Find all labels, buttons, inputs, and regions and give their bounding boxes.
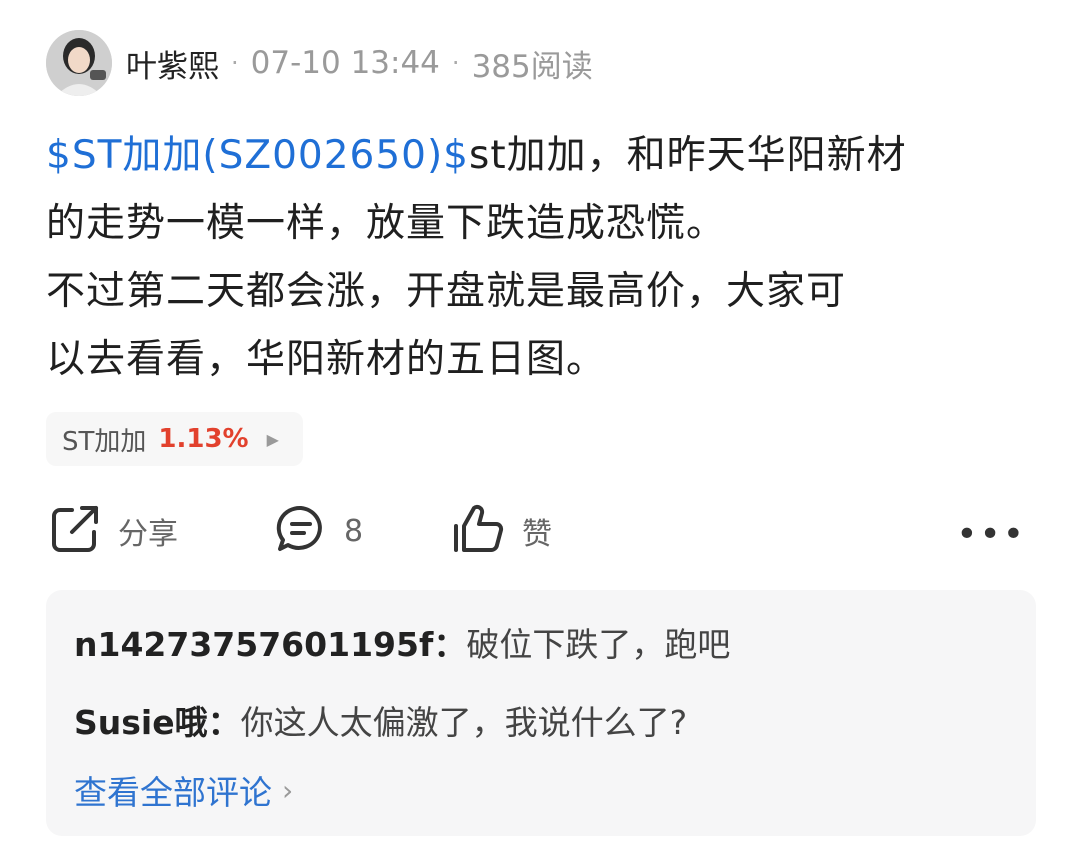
comment-icon xyxy=(276,504,326,558)
more-icon[interactable]: ••• xyxy=(956,514,1026,555)
post-line: 不过第二天都会涨，开盘就是最高价，大家可 xyxy=(46,269,847,314)
comment-separator: ： xyxy=(207,703,241,742)
post-content[interactable]: $ST加加(SZ002650)$st加加，和昨天华阳新材 的走势一模一样，放量下… xyxy=(46,122,1046,394)
like-label: 赞 xyxy=(522,517,552,552)
share-label: 分享 xyxy=(118,517,178,552)
comment-button[interactable]: 8 xyxy=(276,500,363,562)
post-text: st加加，和昨天华阳新材 xyxy=(469,133,907,178)
post-line: 以去看看，华阳新材的五日图。 xyxy=(46,337,607,382)
post-time: 07-10 13:44 xyxy=(250,45,440,81)
comment-user[interactable]: n14273757601195f xyxy=(74,625,433,664)
like-button[interactable]: 赞 xyxy=(452,500,552,562)
author-name[interactable]: 叶紫熙 xyxy=(126,41,219,86)
comment-user[interactable]: Susie哦 xyxy=(74,703,208,742)
post-line: 的走势一模一样，放量下跌造成恐慌。 xyxy=(46,201,727,246)
like-icon xyxy=(452,504,504,558)
share-icon xyxy=(50,504,100,558)
view-all-label: 查看全部评论 xyxy=(74,773,272,812)
post-line: $ST加加(SZ002650)$st加加，和昨天华阳新材 xyxy=(46,122,1046,190)
play-arrow-icon: ▶ xyxy=(266,429,279,449)
stock-quote-tag[interactable]: ST加加 1.13% ▶ xyxy=(46,412,303,466)
read-count: 385阅读 xyxy=(471,48,593,85)
action-bar: 分享 8 赞 ••• xyxy=(46,500,1036,562)
comment-text: 你这人太偏激了，我说什么了? xyxy=(240,703,688,742)
stock-tag-change: 1.13% xyxy=(158,424,249,454)
chevron-right-icon: › xyxy=(282,773,294,807)
comment-count: 8 xyxy=(344,513,364,549)
comment-preview: n14273757601195f：破位下跌了，跑吧 Susie哦：你这人太偏激了… xyxy=(46,590,1036,836)
comment-text: 破位下跌了，跑吧 xyxy=(466,625,731,664)
separator-dot: · xyxy=(451,49,460,77)
stock-tag-name: ST加加 xyxy=(62,426,147,457)
comment-item[interactable]: n14273757601195f：破位下跌了，跑吧 xyxy=(74,618,730,666)
stock-mention-link[interactable]: $ST加加(SZ002650)$ xyxy=(46,133,469,178)
comment-item[interactable]: Susie哦：你这人太偏激了，我说什么了? xyxy=(74,696,687,744)
post-header: 叶紫熙 · 07-10 13:44 · 385阅读 xyxy=(46,30,593,96)
avatar[interactable] xyxy=(46,30,112,96)
share-button[interactable]: 分享 xyxy=(50,500,178,562)
post-meta: 叶紫熙 · 07-10 13:44 · 385阅读 xyxy=(126,41,593,86)
separator-dot: · xyxy=(231,49,239,77)
comment-separator: ： xyxy=(433,625,467,664)
view-all-comments-link[interactable]: 查看全部评论 › xyxy=(74,766,293,814)
